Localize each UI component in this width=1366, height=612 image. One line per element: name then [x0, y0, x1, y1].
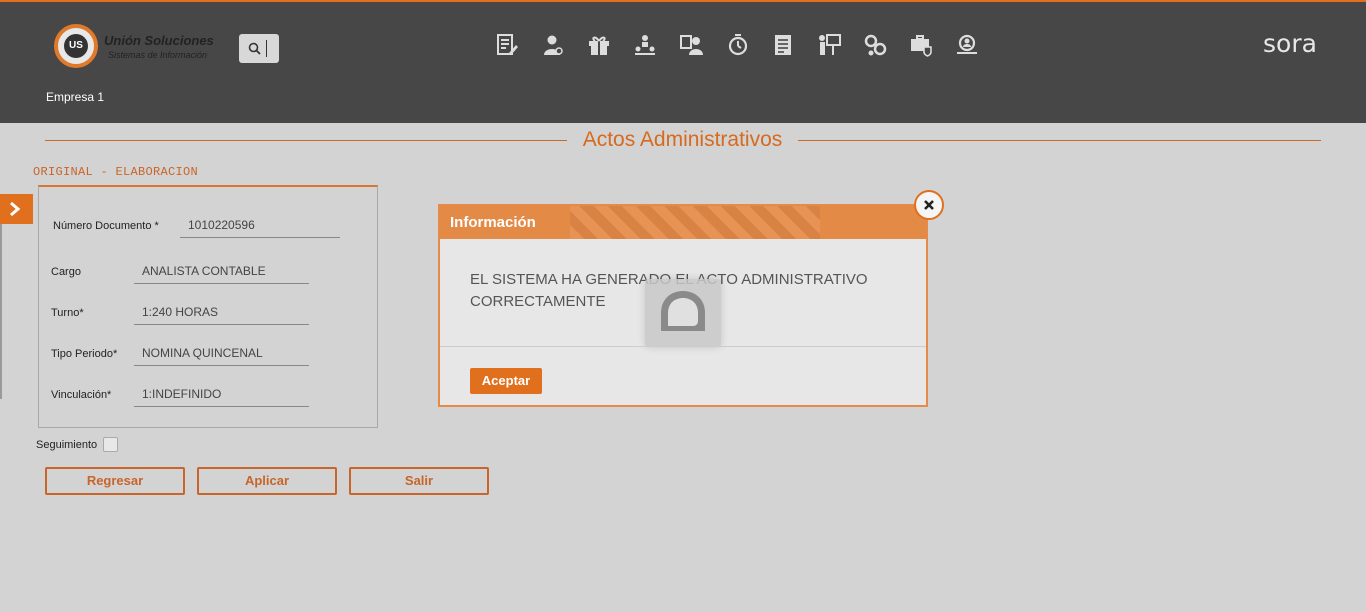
- seguimiento-checkbox[interactable]: [103, 437, 118, 452]
- brand-text: sora: [1263, 31, 1317, 57]
- logo-title: Unión Soluciones: [104, 33, 214, 48]
- page-title: Actos Administrativos: [582, 128, 783, 151]
- salir-button[interactable]: Salir: [349, 467, 489, 495]
- loading-spinner-icon: [645, 279, 721, 347]
- search-user-icon[interactable]: [954, 32, 980, 58]
- gift-icon[interactable]: [586, 32, 612, 58]
- numero-documento-field[interactable]: 1010220596: [180, 216, 340, 238]
- team-icon[interactable]: [678, 32, 704, 58]
- search-button[interactable]: [239, 34, 279, 63]
- document-form: Número Documento * 1010220596 Cargo ANALI…: [38, 185, 378, 428]
- logo-emblem: US: [54, 24, 98, 68]
- title-divider-left: [45, 140, 567, 141]
- logo-mark: US: [64, 34, 88, 58]
- user-icon[interactable]: [540, 32, 566, 58]
- chevron-right-icon: [10, 201, 21, 217]
- sidebar-toggle[interactable]: [0, 194, 33, 224]
- timer-icon[interactable]: [724, 32, 750, 58]
- seguimiento-label: Seguimiento: [36, 439, 98, 451]
- dialog-title: Información: [450, 214, 536, 231]
- section-title: ORIGINAL - ELABORACION: [33, 165, 199, 179]
- settings-icon[interactable]: [862, 32, 888, 58]
- main-nav: [494, 32, 980, 58]
- brand-logo: sora: [1263, 29, 1337, 58]
- search-caret: [266, 40, 267, 57]
- vinculacion-field[interactable]: 1:INDEFINIDO: [134, 385, 309, 407]
- aplicar-button[interactable]: Aplicar: [197, 467, 337, 495]
- tipo-periodo-field[interactable]: NOMINA QUINCENAL: [134, 344, 309, 366]
- presentation-icon[interactable]: [816, 32, 842, 58]
- close-icon: [924, 200, 934, 210]
- tipo-periodo-label: Tipo Periodo*: [51, 348, 118, 360]
- report-icon[interactable]: [770, 32, 796, 58]
- search-icon: [248, 42, 261, 55]
- sidebar-edge: [0, 224, 2, 399]
- document-edit-icon[interactable]: [494, 32, 520, 58]
- regresar-button[interactable]: Regresar: [45, 467, 185, 495]
- info-dialog: Información EL SISTEMA HA GENERADO EL AC…: [438, 204, 928, 407]
- dialog-separator: [440, 346, 926, 347]
- top-header: US Unión Soluciones Sistemas de Informac…: [0, 0, 1366, 123]
- company-name: Empresa 1: [46, 90, 105, 104]
- logo-subtitle: Sistemas de Información: [108, 50, 208, 60]
- turno-label: Turno*: [51, 307, 84, 319]
- cargo-field[interactable]: ANALISTA CONTABLE: [134, 262, 309, 284]
- org-chart-icon[interactable]: [632, 32, 658, 58]
- numero-documento-label: Número Documento *: [53, 220, 159, 232]
- title-divider-right: [798, 140, 1321, 141]
- header-pattern: [570, 206, 820, 239]
- cargo-label: Cargo: [51, 266, 81, 278]
- turno-field[interactable]: 1:240 HORAS: [134, 303, 309, 325]
- company-logo[interactable]: US Unión Soluciones Sistemas de Informac…: [54, 24, 234, 70]
- vinculacion-label: Vinculación*: [51, 389, 112, 401]
- dialog-header: Información: [440, 206, 926, 239]
- medical-kit-icon[interactable]: [908, 32, 934, 58]
- close-dialog-button[interactable]: [914, 190, 944, 220]
- accept-button[interactable]: Aceptar: [470, 368, 542, 394]
